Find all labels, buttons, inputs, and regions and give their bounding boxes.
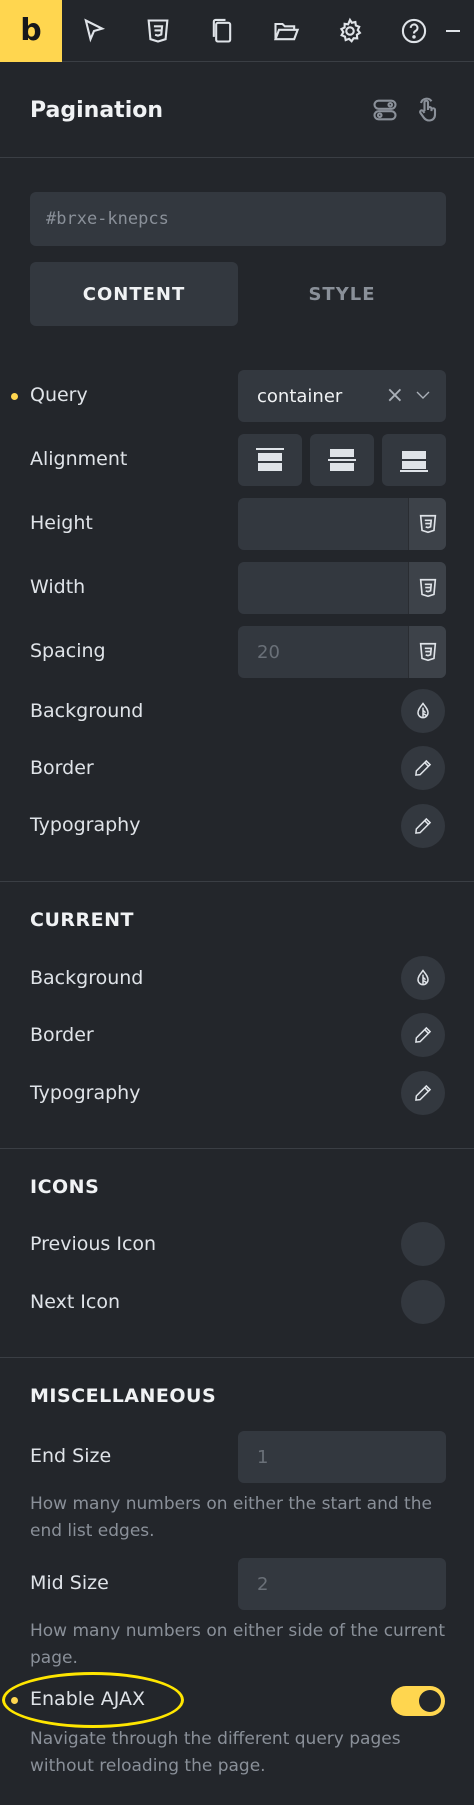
section-title-miscellaneous[interactable]: MISCELLANEOUS xyxy=(30,1385,216,1407)
query-select[interactable]: container × xyxy=(238,370,446,422)
highlight-annotation xyxy=(2,1672,184,1728)
droplet-icon xyxy=(417,702,429,719)
spacing-label: Spacing xyxy=(30,640,106,662)
chevron-down-icon[interactable] xyxy=(414,386,432,404)
previous-icon-label: Previous Icon xyxy=(30,1233,157,1255)
query-value: container xyxy=(257,385,343,407)
end-size-label: End Size xyxy=(30,1445,112,1467)
collapse-dash-icon[interactable] xyxy=(446,0,466,62)
css3-unit-icon[interactable] xyxy=(408,626,446,678)
mid-size-placeholder: 2 xyxy=(257,1573,269,1595)
mid-size-description: How many numbers on either side of the c… xyxy=(30,1621,446,1668)
next-icon-picker[interactable] xyxy=(401,1280,445,1324)
clear-icon[interactable]: × xyxy=(386,383,404,408)
end-size-input[interactable]: 1 xyxy=(238,1431,446,1483)
help-icon[interactable] xyxy=(382,0,446,62)
query-label: Query xyxy=(30,384,88,406)
current-background-label: Background xyxy=(30,967,144,989)
css3-unit-icon[interactable] xyxy=(408,498,446,550)
align-center-icon xyxy=(328,449,356,471)
typography-label: Typography xyxy=(30,814,141,836)
mid-size-label: Mid Size xyxy=(30,1572,109,1594)
border-label: Border xyxy=(30,757,94,779)
cursor-icon[interactable] xyxy=(62,0,126,62)
width-label: Width xyxy=(30,576,86,598)
panel-tabs: CONTENT STYLE xyxy=(30,262,446,326)
current-border-button[interactable] xyxy=(401,1013,445,1057)
folder-icon[interactable] xyxy=(254,0,318,62)
gear-icon[interactable] xyxy=(318,0,382,62)
align-top-button[interactable] xyxy=(238,434,302,486)
toggle-structure-icon[interactable] xyxy=(371,96,399,124)
pointer-hand-icon[interactable] xyxy=(414,96,442,124)
tab-content[interactable]: CONTENT xyxy=(30,262,238,326)
current-border-label: Border xyxy=(30,1024,94,1046)
end-size-description: How many numbers on either the start and… xyxy=(30,1494,432,1541)
mid-size-input[interactable]: 2 xyxy=(238,1558,446,1610)
panel-title: Pagination xyxy=(30,98,164,123)
panel-header: Pagination xyxy=(0,62,474,158)
section-divider xyxy=(0,1148,474,1149)
end-size-placeholder: 1 xyxy=(257,1446,269,1468)
pencil-icon xyxy=(415,817,432,834)
droplet-icon xyxy=(417,969,429,986)
css3-unit-icon[interactable] xyxy=(408,562,446,614)
pencil-icon xyxy=(415,1026,432,1043)
align-center-button[interactable] xyxy=(310,434,374,486)
section-divider xyxy=(0,881,474,882)
pencil-icon xyxy=(415,1084,432,1101)
next-icon-label: Next Icon xyxy=(30,1291,121,1313)
current-typography-label: Typography xyxy=(30,1082,141,1104)
background-button[interactable] xyxy=(401,689,445,733)
bricks-logo[interactable]: b xyxy=(0,0,62,62)
section-divider xyxy=(0,1357,474,1358)
spacing-input[interactable]: 20 xyxy=(238,626,446,678)
css3-icon[interactable] xyxy=(126,0,190,62)
section-title-current[interactable]: CURRENT xyxy=(30,909,134,931)
current-typography-button[interactable] xyxy=(401,1071,445,1115)
align-top-icon xyxy=(256,448,284,471)
height-input[interactable] xyxy=(238,498,446,550)
toggle-knob xyxy=(419,1690,441,1712)
alignment-label: Alignment xyxy=(30,448,128,470)
pages-icon[interactable] xyxy=(190,0,254,62)
section-title-icons[interactable]: ICONS xyxy=(30,1176,99,1198)
current-background-button[interactable] xyxy=(401,956,445,1000)
typography-button[interactable] xyxy=(401,804,445,848)
align-bottom-button[interactable] xyxy=(382,434,446,486)
element-id-field[interactable]: #brxe-knepcs xyxy=(30,192,446,246)
pencil-icon xyxy=(415,759,432,776)
align-bottom-icon xyxy=(400,451,428,472)
enable-ajax-toggle[interactable] xyxy=(391,1686,445,1716)
top-toolbar: b xyxy=(0,0,474,62)
spacing-placeholder: 20 xyxy=(257,641,280,663)
border-button[interactable] xyxy=(401,746,445,790)
modified-indicator xyxy=(11,393,18,400)
tab-style[interactable]: STYLE xyxy=(238,262,446,326)
width-input[interactable] xyxy=(238,562,446,614)
background-label: Background xyxy=(30,700,144,722)
height-label: Height xyxy=(30,512,93,534)
previous-icon-picker[interactable] xyxy=(401,1222,445,1266)
enable-ajax-description: Navigate through the different query pag… xyxy=(30,1729,401,1776)
